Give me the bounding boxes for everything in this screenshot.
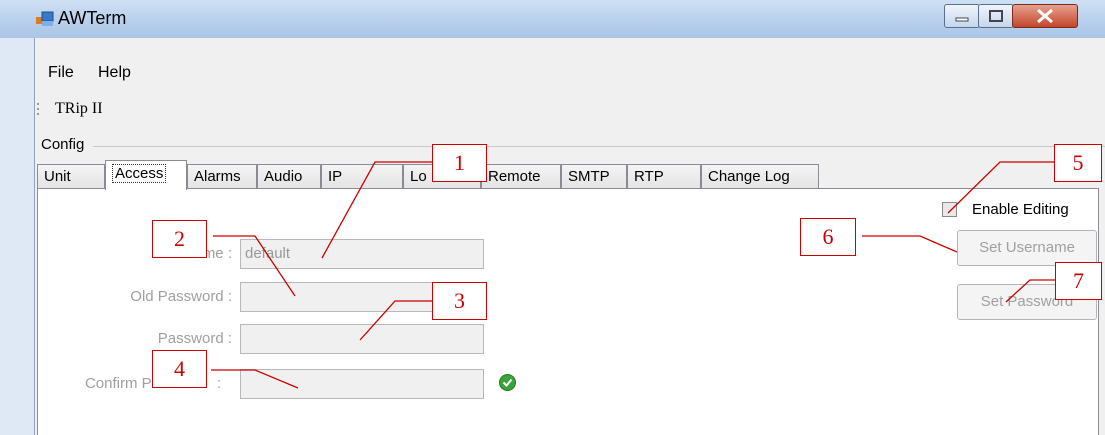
callout-2: 2 (152, 220, 207, 258)
callout-1: 1 (432, 144, 487, 182)
callout-4: 4 (152, 350, 207, 388)
callout-6: 6 (800, 218, 856, 256)
callout-7: 7 (1055, 262, 1102, 300)
callout-5: 5 (1054, 144, 1102, 182)
callout-3: 3 (432, 282, 487, 320)
